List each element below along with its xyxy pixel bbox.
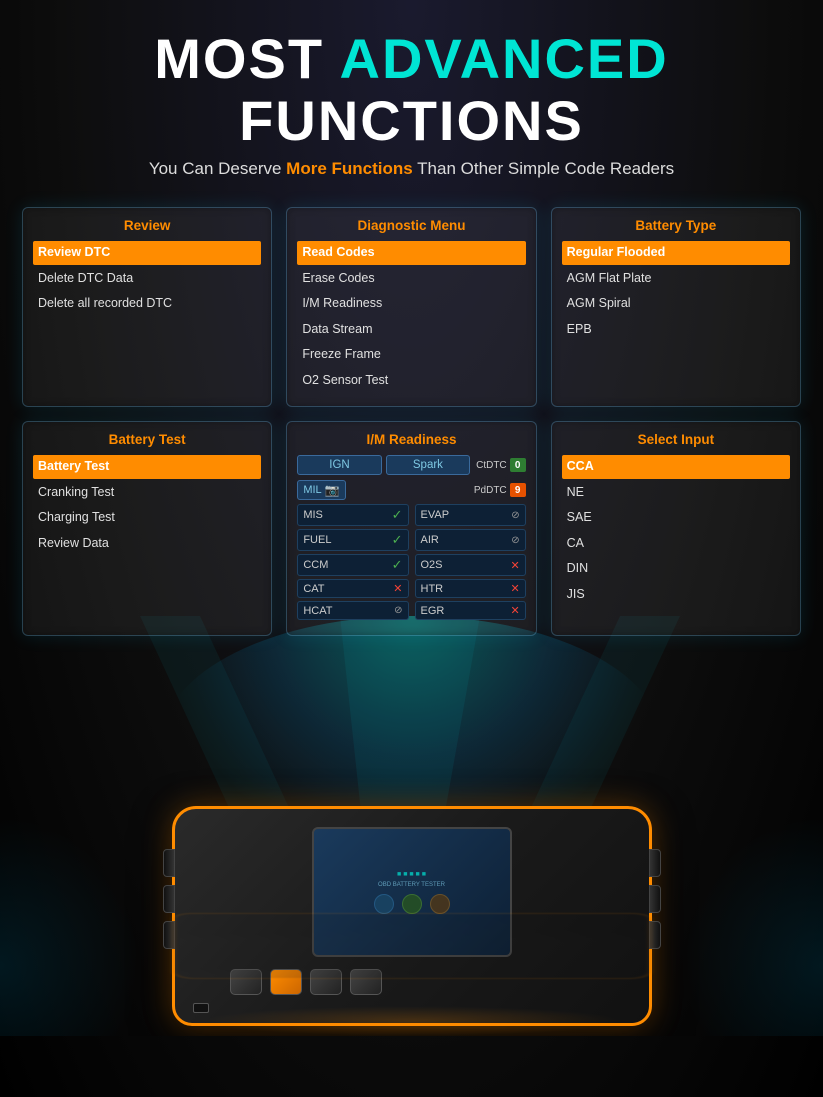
title-line1: MOST ADVANCED xyxy=(20,28,803,90)
diagnostic-panel: Diagnostic Menu Read Codes Erase Codes I… xyxy=(286,207,536,407)
diagnostic-item-5[interactable]: O2 Sensor Test xyxy=(297,369,525,393)
diagnostic-item-4[interactable]: Freeze Frame xyxy=(297,343,525,367)
grip-left-1 xyxy=(163,849,175,877)
im-spark: Spark xyxy=(386,455,470,475)
ctdtc-label: CtDTC xyxy=(476,460,507,471)
select-input-panel: Select Input CCA NE SAE CA DIN JIS xyxy=(551,421,801,636)
select-input-item-0[interactable]: CCA xyxy=(562,455,790,479)
im-row-1: FUEL ✓ AIR ⊘ xyxy=(297,529,525,551)
diagnostic-item-3[interactable]: Data Stream xyxy=(297,318,525,342)
subtitle: You Can Deserve More Functions Than Othe… xyxy=(20,159,803,179)
battery-test-item-2[interactable]: Charging Test xyxy=(33,506,261,530)
device-screen-content: ■ ■ ■ ■ ■ OBD BATTERY TESTER xyxy=(374,871,450,914)
select-input-panel-title: Select Input xyxy=(562,432,790,447)
im-cell-hcat: HCAT ⊘ xyxy=(297,601,408,620)
grip-2 xyxy=(649,885,661,913)
subtitle-after: Than Other Simple Code Readers xyxy=(413,159,674,178)
beam-container: ■ ■ ■ ■ ■ OBD BATTERY TESTER xyxy=(0,616,823,1036)
im-cell-egr: EGR ✕ xyxy=(415,601,526,620)
ctdtc-value: 0 xyxy=(510,458,526,472)
diagnostic-item-2[interactable]: I/M Readiness xyxy=(297,292,525,316)
im-cell-cat: CAT ✕ xyxy=(297,579,408,598)
check-icon: ✓ xyxy=(392,507,403,523)
battery-type-panel-title: Battery Type xyxy=(562,218,790,233)
subtitle-before: You Can Deserve xyxy=(149,159,286,178)
im-cell-o2s: O2S ✕ xyxy=(415,554,526,576)
battery-type-panel: Battery Type Regular Flooded AGM Flat Pl… xyxy=(551,207,801,407)
im-row-4: HCAT ⊘ EGR ✕ xyxy=(297,601,525,620)
im-cell-air: AIR ⊘ xyxy=(415,529,526,551)
review-item-0[interactable]: Review DTC xyxy=(33,241,261,265)
im-ign: IGN xyxy=(297,455,381,475)
title-functions: FUNCTIONS xyxy=(20,90,803,152)
circle-icon: ⊘ xyxy=(511,510,519,521)
diagnostic-item-0[interactable]: Read Codes xyxy=(297,241,525,265)
grip-1 xyxy=(649,849,661,877)
im-row-3: CAT ✕ HTR ✕ xyxy=(297,579,525,598)
review-panel-title: Review xyxy=(33,218,261,233)
x-icon: ✕ xyxy=(510,582,519,595)
select-input-item-3[interactable]: CA xyxy=(562,532,790,556)
circle-icon: ⊘ xyxy=(394,605,402,616)
review-item-2[interactable]: Delete all recorded DTC xyxy=(33,292,261,316)
x-icon: ✕ xyxy=(510,559,519,572)
x-icon: ✕ xyxy=(510,604,519,617)
device: ■ ■ ■ ■ ■ OBD BATTERY TESTER xyxy=(132,746,692,1026)
usb-port xyxy=(193,1003,209,1013)
select-input-item-2[interactable]: SAE xyxy=(562,506,790,530)
battery-test-item-3[interactable]: Review Data xyxy=(33,532,261,556)
im-cell-fuel: FUEL ✓ xyxy=(297,529,408,551)
im-readiness-panel-title: I/M Readiness xyxy=(297,432,525,447)
ground-glow xyxy=(202,1006,622,1036)
battery-type-item-1[interactable]: AGM Flat Plate xyxy=(562,267,790,291)
im-row-0: MIS ✓ EVAP ⊘ xyxy=(297,504,525,526)
grip-left-2 xyxy=(163,885,175,913)
im-readiness-panel: I/M Readiness IGN Spark CtDTC 0 MIL 📷 Pd… xyxy=(286,421,536,636)
select-input-item-5[interactable]: JIS xyxy=(562,583,790,607)
panels-container: Review Review DTC Delete DTC Data Delete… xyxy=(0,189,823,636)
battery-test-panel: Battery Test Battery Test Cranking Test … xyxy=(22,421,272,636)
im-cell-htr: HTR ✕ xyxy=(415,579,526,598)
battery-type-item-0[interactable]: Regular Flooded xyxy=(562,241,790,265)
battery-type-item-3[interactable]: EPB xyxy=(562,318,790,342)
select-input-item-4[interactable]: DIN xyxy=(562,557,790,581)
title-advanced: ADVANCED xyxy=(340,27,669,90)
subtitle-highlight: More Functions xyxy=(286,159,413,178)
battery-test-panel-title: Battery Test xyxy=(33,432,261,447)
select-input-item-1[interactable]: NE xyxy=(562,481,790,505)
im-cell-evap: EVAP ⊘ xyxy=(415,504,526,526)
review-item-1[interactable]: Delete DTC Data xyxy=(33,267,261,291)
im-row-2: CCM ✓ O2S ✕ xyxy=(297,554,525,576)
x-icon: ✕ xyxy=(393,582,402,595)
battery-test-item-0[interactable]: Battery Test xyxy=(33,455,261,479)
im-cell-mis: MIS ✓ xyxy=(297,504,408,526)
im-mil: MIL 📷 xyxy=(297,480,345,500)
camera-icon: 📷 xyxy=(325,483,340,497)
diagnostic-item-1[interactable]: Erase Codes xyxy=(297,267,525,291)
corner-glow-right xyxy=(683,816,823,1036)
battery-type-item-2[interactable]: AGM Spiral xyxy=(562,292,790,316)
im-cell-ccm: CCM ✓ xyxy=(297,554,408,576)
diagnostic-panel-title: Diagnostic Menu xyxy=(297,218,525,233)
corner-glow-left xyxy=(0,816,140,1036)
battery-test-item-1[interactable]: Cranking Test xyxy=(33,481,261,505)
title-most: MOST xyxy=(154,27,339,90)
review-panel: Review Review DTC Delete DTC Data Delete… xyxy=(22,207,272,407)
check-icon: ✓ xyxy=(392,557,403,573)
check-icon: ✓ xyxy=(392,532,403,548)
pddtc-label: PdDTC xyxy=(474,485,507,496)
circle-icon: ⊘ xyxy=(511,535,519,546)
device-reflection xyxy=(172,913,652,979)
title-section: MOST ADVANCED FUNCTIONS You Can Deserve … xyxy=(0,0,823,189)
pddtc-value: 9 xyxy=(510,483,526,497)
